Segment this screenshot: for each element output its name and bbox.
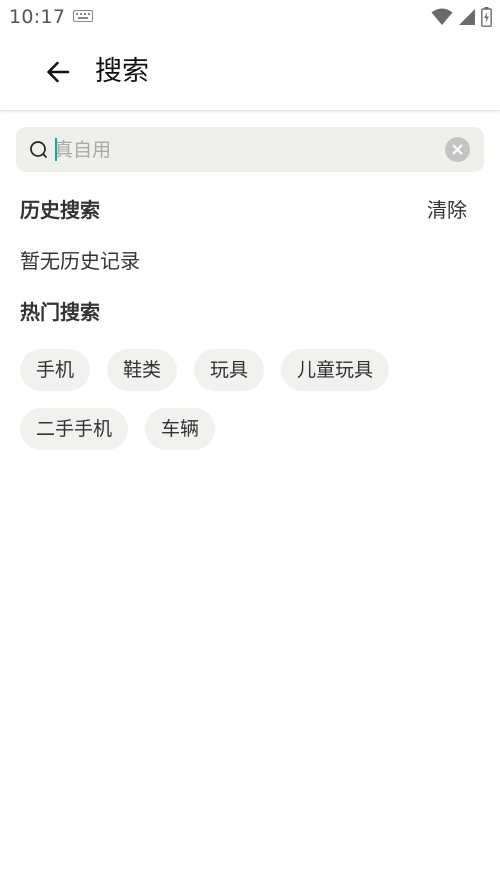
search-input[interactable] [54, 127, 434, 172]
wifi-icon [431, 8, 453, 25]
clear-search-button[interactable] [445, 137, 470, 162]
hot-tag[interactable]: 手机 [20, 349, 91, 391]
hot-tag[interactable]: 儿童玩具 [281, 349, 390, 391]
history-section-title: 历史搜索 [20, 198, 100, 222]
hot-tag[interactable]: 车辆 [145, 408, 216, 450]
text-caret [55, 138, 57, 161]
back-button[interactable] [38, 52, 78, 92]
keyboard-icon [73, 10, 93, 22]
status-bar: 10:17 [0, 0, 500, 34]
hot-section-title: 热门搜索 [20, 300, 100, 324]
hot-tag[interactable]: 玩具 [194, 349, 265, 391]
clear-history-button[interactable]: 清除 [427, 196, 467, 224]
arrow-left-icon [47, 61, 70, 83]
search-box[interactable] [16, 127, 484, 172]
status-time: 10:17 [9, 6, 66, 28]
hot-tag[interactable]: 二手手机 [20, 408, 129, 450]
empty-history-text: 暂无历史记录 [20, 249, 140, 273]
app-bar: 搜索 [0, 34, 500, 111]
clear-icon [452, 144, 463, 155]
status-icons [431, 6, 492, 28]
hot-tags: 手机 鞋类 玩具 儿童玩具 二手手机 车辆 [20, 349, 440, 450]
signal-icon [459, 9, 475, 25]
hot-tag[interactable]: 鞋类 [107, 349, 178, 391]
battery-icon [481, 7, 492, 27]
search-icon [30, 141, 47, 158]
page-title: 搜索 [95, 56, 149, 87]
